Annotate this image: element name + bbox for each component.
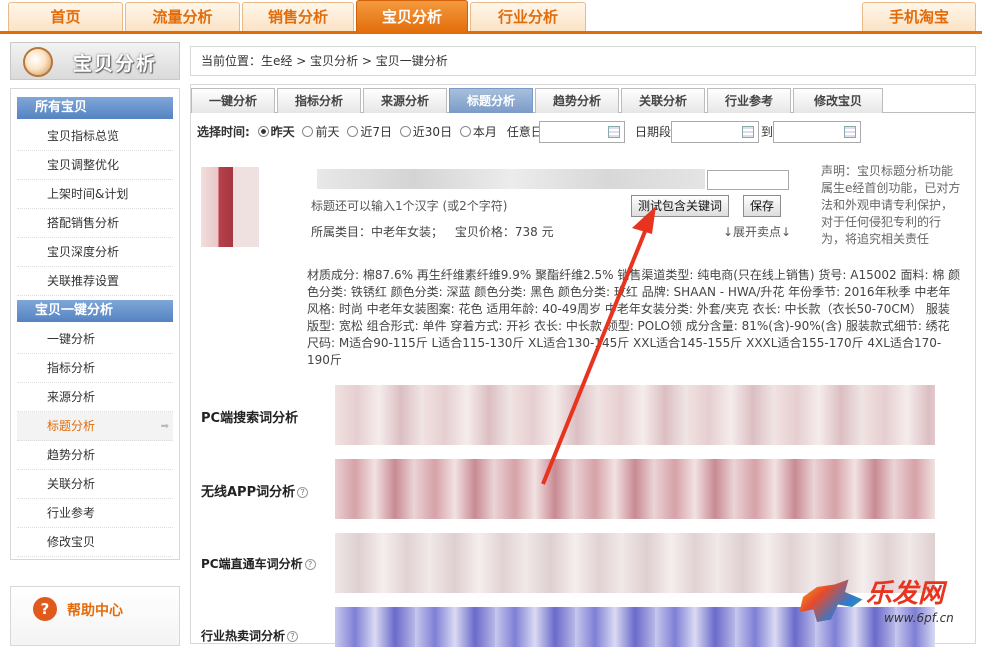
period-label: 日期段 [635,125,672,139]
test-keyword-button[interactable]: 测试包含关键词 [631,195,730,217]
sidebar-item-label: 标题分析 [47,419,96,433]
blurred-title [317,169,705,189]
option-yesterday: 昨天 [270,125,295,139]
option-30days: 近30日 [412,125,453,139]
product-thumbnail [201,167,259,247]
patent-notice: 声明：宝贝标题分析功能属生e经首创功能，已对方法和外观申请专利保护，对于任何侵犯… [821,164,961,246]
section-label: 行业热卖词分析 [201,629,286,643]
top-nav: 首页 流量分析 销售分析 宝贝分析 行业分析 手机淘宝 [0,0,982,34]
sidebar-item-industry-ref[interactable]: 行业参考 [17,499,173,528]
breadcrumb: 当前位置：生e经 > 宝贝分析 > 宝贝一键分析 [190,46,976,76]
calendar-icon[interactable] [742,126,754,138]
help-icon: ? [33,597,57,621]
any-day-input[interactable] [539,121,625,143]
save-button[interactable]: 保存 [743,195,782,217]
sidebar-item-bundle[interactable]: 搭配销售分析 [17,209,173,238]
expand-selling-points[interactable]: ↓展开卖点↓ [723,223,791,240]
sidebar: 所有宝贝 宝贝指标总览 宝贝调整优化 上架时间&计划 搭配销售分析 宝贝深度分析… [10,88,180,560]
section-label: 无线APP词分析 [201,485,296,500]
sidebar-item-overview[interactable]: 宝贝指标总览 [17,122,173,151]
tab-traffic[interactable]: 流量分析 [125,2,240,31]
option-month: 本月 [472,125,497,139]
section-label: PC端直通车词分析 [201,557,303,571]
sidebar-header: 宝贝分析 [10,42,180,80]
sidebar-item-metrics[interactable]: 指标分析 [17,354,173,383]
calendar-icon[interactable] [608,126,620,138]
tab-item-analysis[interactable]: 宝贝分析 [356,0,468,33]
tab-mobile-taobao[interactable]: 手机淘宝 [862,2,976,31]
help-center[interactable]: ? 帮助中心 [10,586,180,646]
sidebar-item-source[interactable]: 来源分析 [17,383,173,412]
product-price: 宝贝价格：738 元 [454,225,554,239]
section-pc-ztc: PC端直通车词分析? [201,555,316,572]
radio-month[interactable] [459,126,471,137]
section-pc-search: PC端搜索词分析 [201,407,298,426]
to-label: 到 [761,125,774,139]
sidebar-group-all-items[interactable]: 所有宝贝 [17,97,173,119]
product-attributes: 材质成分: 棉87.6% 再生纤维素纤维9.9% 聚酯纤维2.5% 销售渠道类型… [307,268,961,367]
help-icon[interactable]: ? [304,559,316,570]
radio-yesterday[interactable] [257,126,269,137]
subtab-one-click[interactable]: 一键分析 [191,88,275,113]
sidebar-item-recommend[interactable]: 关联推荐设置 [17,267,173,296]
calendar-icon[interactable] [844,126,856,138]
radio-30days[interactable] [399,126,411,137]
blurred-keywords [335,459,935,519]
sidebar-item-edit[interactable]: 修改宝贝 [17,528,173,557]
radio-day-before[interactable] [302,126,314,137]
subtab-title-analysis[interactable]: 标题分析 [449,88,533,113]
help-icon[interactable]: ? [297,487,309,498]
subtab-source[interactable]: 来源分析 [363,88,447,113]
sidebar-item-relation[interactable]: 关联分析 [17,470,173,499]
subtab-trend[interactable]: 趋势分析 [535,88,619,113]
bull-logo-icon [799,579,863,622]
section-label: PC端搜索词分析 [201,411,299,426]
period-start-input[interactable] [671,121,759,143]
sidebar-item-deep[interactable]: 宝贝深度分析 [17,238,173,267]
arrow-right-icon: ➡ [160,421,169,432]
help-label: 帮助中心 [67,603,123,619]
period-end-input[interactable] [773,121,861,143]
radio-7days[interactable] [347,126,359,137]
option-day-before: 前天 [315,125,340,139]
sidebar-item-title-analysis[interactable]: 标题分析 ➡ [17,412,173,441]
sidebar-title: 宝贝分析 [73,53,158,75]
title-input[interactable] [707,170,789,190]
sidebar-item-schedule[interactable]: 上架时间&计划 [17,180,173,209]
tab-sales[interactable]: 销售分析 [242,2,354,31]
any-day-label: 任意日 [506,125,543,139]
sidebar-item-one-click[interactable]: 一键分析 [17,325,173,354]
main-panel: 一键分析 指标分析 来源分析 标题分析 趋势分析 关联分析 行业参考 修改宝贝 … [190,84,976,647]
section-wireless-app: 无线APP词分析? [201,481,309,500]
subtabs: 一键分析 指标分析 来源分析 标题分析 趋势分析 关联分析 行业参考 修改宝贝 [191,85,975,113]
subtab-industry-ref[interactable]: 行业参考 [707,88,791,113]
watermark-url: www.6pf.cn [884,611,954,625]
product-category: 所属类目：中老年女装； [311,225,444,239]
sidebar-item-optimize[interactable]: 宝贝调整优化 [17,151,173,180]
subtab-relation[interactable]: 关联分析 [621,88,705,113]
tab-home[interactable]: 首页 [8,2,123,31]
sidebar-group-one-click[interactable]: 宝贝一键分析 [17,300,173,322]
title-hint: 标题还可以输入1个汉字 (或2个字符) [311,199,508,213]
product-meta: 所属类目：中老年女装； 宝贝价格：738 元 [311,223,554,240]
watermark-logo: 乐发网 www.6pf.cn [796,571,976,635]
time-selector: 选择时间: 昨天 前天 近7日 近30日 本月 任意日 [197,121,543,143]
watermark-text: 乐发网 [866,579,945,609]
blurred-keywords [335,385,935,445]
subtab-edit[interactable]: 修改宝贝 [793,88,883,113]
option-7days: 近7日 [360,125,392,139]
tab-industry[interactable]: 行业分析 [470,2,586,31]
section-industry-hot: 行业热卖词分析? [201,627,299,644]
sidebar-item-trend[interactable]: 趋势分析 [17,441,173,470]
magnifier-icon [23,47,53,77]
time-label: 选择时间: [197,125,250,139]
subtab-metrics[interactable]: 指标分析 [277,88,361,113]
